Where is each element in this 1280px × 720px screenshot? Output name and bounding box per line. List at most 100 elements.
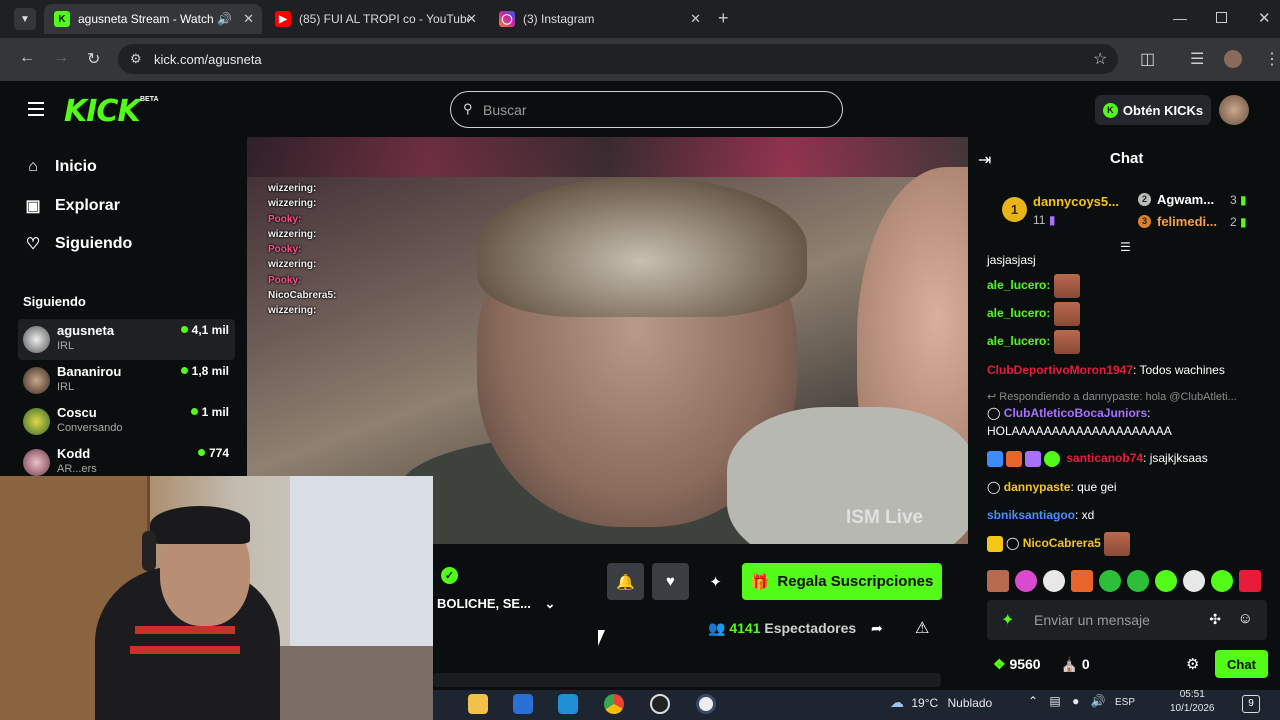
close-tab-icon[interactable]: ✕ bbox=[466, 11, 477, 27]
mic-icon[interactable]: ● bbox=[1072, 694, 1079, 708]
notifications-button[interactable]: 🔔 bbox=[607, 563, 644, 600]
translate-icon[interactable]: ✣ bbox=[1209, 611, 1221, 628]
follow-button[interactable]: ♥ bbox=[652, 563, 689, 600]
media-control-icon[interactable]: ☰ bbox=[1190, 49, 1204, 69]
back-icon[interactable]: ← bbox=[19, 49, 35, 67]
bookmark-star-icon[interactable]: ☆ bbox=[1093, 49, 1107, 69]
leader-name[interactable]: dannycoys5... bbox=[1033, 194, 1119, 209]
extensions-icon[interactable]: ◫ bbox=[1140, 49, 1155, 69]
get-kicks-button[interactable]: K Obtén KICKs bbox=[1095, 95, 1211, 125]
system-clock[interactable]: 05:51 10/1/2026 bbox=[1170, 688, 1215, 716]
chat-username[interactable]: dannypaste bbox=[1004, 480, 1071, 494]
stream-title[interactable]: BOLICHE, SE... ⌄ bbox=[437, 596, 555, 612]
site-settings-icon[interactable]: ⚙ bbox=[130, 51, 142, 67]
close-tab-icon[interactable]: ✕ bbox=[690, 11, 701, 27]
chat-username[interactable]: santicanob74 bbox=[1066, 451, 1143, 465]
gift-subscriptions-button[interactable]: 🎁 Regala Suscripciones bbox=[742, 563, 942, 600]
emote-icon[interactable] bbox=[1211, 570, 1233, 592]
chat-username[interactable]: sbniksantiagoo bbox=[987, 508, 1075, 522]
sidebar-item-explorar[interactable]: ▣ Explorar bbox=[24, 196, 119, 216]
emote-icon[interactable] bbox=[1239, 570, 1261, 592]
avatar bbox=[23, 408, 50, 435]
leader-count: 3 ▮ bbox=[1230, 193, 1247, 207]
forward-icon[interactable]: → bbox=[53, 49, 69, 67]
close-tab-icon[interactable]: ✕ bbox=[243, 11, 254, 27]
kick-logo[interactable]: KICK bbox=[64, 94, 141, 129]
tray-icons[interactable]: ⌃ ▤ ● 🔊 ESP bbox=[1028, 694, 1135, 708]
notification-badge[interactable]: 9 bbox=[1242, 695, 1260, 713]
reply-context[interactable]: ↩ Respondiendo a dannypaste: hola @ClubA… bbox=[987, 390, 1237, 403]
chat-username[interactable]: ale_lucero: bbox=[987, 334, 1050, 348]
expand-leaderboard-icon[interactable]: ☰ bbox=[1120, 240, 1131, 254]
chrome-icon[interactable] bbox=[604, 694, 624, 714]
emote-icon[interactable] bbox=[1099, 570, 1121, 592]
emoji-icon[interactable]: ☺ bbox=[1238, 610, 1253, 627]
user-avatar[interactable] bbox=[1219, 95, 1249, 125]
share-icon[interactable]: ➦ bbox=[871, 620, 883, 637]
webcam-frame bbox=[150, 506, 250, 544]
reload-icon[interactable]: ↻ bbox=[87, 49, 100, 69]
report-icon[interactable]: ⚠ bbox=[915, 618, 929, 638]
sidebar-item-inicio[interactable]: ⌂ Inicio bbox=[24, 158, 97, 176]
chat-username[interactable]: ale_lucero: bbox=[987, 278, 1050, 292]
store-icon[interactable] bbox=[513, 694, 533, 714]
channel-item-bananirou[interactable]: Bananirou IRL 1,8 mil bbox=[18, 360, 235, 401]
leader-name[interactable]: Agwam... bbox=[1157, 192, 1214, 207]
hamburger-menu-icon[interactable] bbox=[28, 102, 44, 116]
outlook-icon[interactable] bbox=[558, 694, 578, 714]
channel-points[interactable]: ❖ 9560 ⛪ 0 bbox=[993, 656, 1090, 673]
profile-avatar[interactable] bbox=[1224, 50, 1242, 68]
emote-icon[interactable] bbox=[1155, 570, 1177, 592]
sparkle-button[interactable]: ✦ bbox=[697, 563, 734, 600]
reply-icon: ↩ bbox=[987, 391, 997, 403]
tab-search-button[interactable]: ▼ bbox=[14, 8, 36, 30]
weather-widget[interactable]: ☁ 19°C Nublado bbox=[890, 694, 992, 711]
channel-item-agusneta[interactable]: agusneta IRL 4,1 mil bbox=[18, 319, 235, 360]
search-input[interactable]: ⚲ Buscar bbox=[450, 91, 843, 128]
close-window-icon[interactable]: ✕ bbox=[1258, 9, 1271, 27]
obs-icon[interactable] bbox=[650, 694, 670, 714]
leader-count-value: 2 bbox=[1230, 215, 1237, 229]
drops-icon: ⛪ bbox=[1060, 656, 1078, 672]
minimize-icon[interactable]: — bbox=[1173, 10, 1187, 26]
menu-dots-icon[interactable]: ⋮ bbox=[1264, 49, 1280, 69]
message-text: : xd bbox=[1075, 508, 1095, 522]
chevron-up-icon[interactable]: ⌃ bbox=[1028, 694, 1038, 708]
tab-instagram[interactable]: ◯ (3) Instagram ✕ bbox=[489, 4, 709, 34]
network-icon[interactable]: ▤ bbox=[1049, 694, 1060, 708]
chat-message-input[interactable]: ✦ Enviar un mensaje ✣ ☺ bbox=[987, 600, 1267, 640]
viewer-count-value: 1 mil bbox=[201, 405, 229, 419]
chat-username[interactable]: ale_lucero: bbox=[987, 306, 1050, 320]
tab-youtube[interactable]: ▶ (85) FUI AL TROPI co - YouTube ✕ bbox=[265, 4, 485, 34]
tab-kick[interactable]: K agusneta Stream - Watch Li 🔊 ✕ bbox=[44, 4, 262, 34]
chat-username[interactable]: ClubDeportivoMoron1947 bbox=[987, 363, 1133, 377]
chat-username[interactable]: NicoCabrera5 bbox=[1023, 536, 1101, 550]
send-chat-button[interactable]: Chat bbox=[1215, 650, 1268, 678]
emote-icon[interactable] bbox=[1043, 570, 1065, 592]
speaker-icon[interactable]: 🔊 bbox=[1091, 694, 1106, 708]
sidebar-item-siguiendo[interactable]: ♡ Siguiendo bbox=[24, 234, 133, 254]
chevron-down-icon[interactable]: ⌄ bbox=[545, 596, 556, 611]
emote-icon[interactable] bbox=[1183, 570, 1205, 592]
emote-icon[interactable] bbox=[1015, 570, 1037, 592]
emote-icon[interactable] bbox=[1071, 570, 1093, 592]
url-field[interactable]: kick.com/agusneta bbox=[118, 44, 1118, 74]
channel-item-coscu[interactable]: Coscu Conversando 1 mil bbox=[18, 401, 235, 442]
leader-name[interactable]: felimedi... bbox=[1157, 214, 1217, 229]
channel-category: IRL bbox=[57, 340, 75, 352]
maximize-icon[interactable] bbox=[1216, 12, 1227, 23]
viewer-count-value: 4141 bbox=[729, 620, 761, 636]
app-icon[interactable] bbox=[696, 694, 716, 714]
file-explorer-icon[interactable] bbox=[468, 694, 488, 714]
emote-icon[interactable] bbox=[987, 570, 1009, 592]
collapse-chat-icon[interactable]: ⇥ bbox=[978, 150, 991, 170]
language-indicator[interactable]: ESP bbox=[1115, 697, 1135, 708]
emote-icon[interactable] bbox=[1127, 570, 1149, 592]
chat-input-placeholder: Enviar un mensaje bbox=[1034, 612, 1150, 628]
sidebar-item-label: Inicio bbox=[55, 158, 97, 175]
avatar bbox=[23, 449, 50, 476]
new-tab-button[interactable]: + bbox=[718, 8, 729, 29]
horizontal-scrollbar[interactable] bbox=[433, 673, 941, 687]
chat-username[interactable]: ClubAtleticoBocaJuniors bbox=[1004, 406, 1147, 420]
chat-settings-icon[interactable]: ⚙ bbox=[1186, 655, 1199, 673]
